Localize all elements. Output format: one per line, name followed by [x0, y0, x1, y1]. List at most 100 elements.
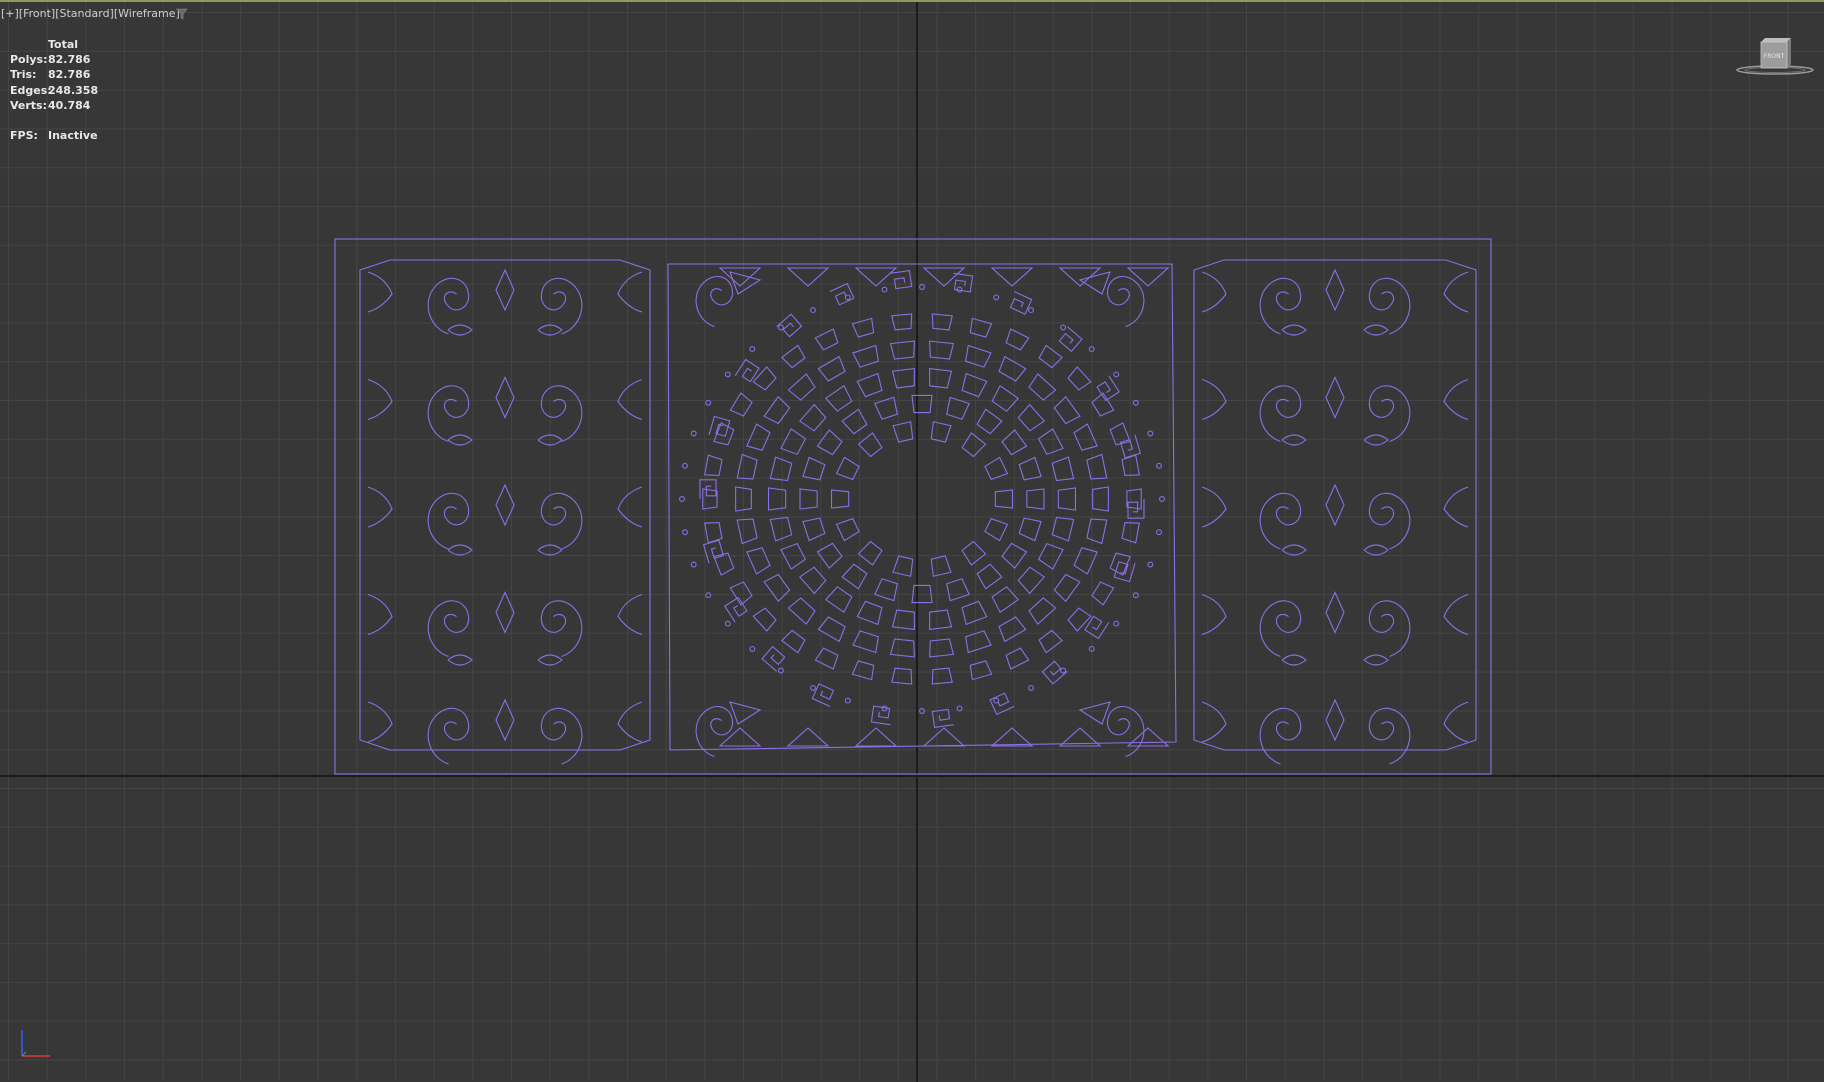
radial-tile: [1001, 429, 1028, 456]
small-leaf: [537, 544, 563, 556]
viewport-shading-menu[interactable]: [Wireframe]: [114, 7, 180, 20]
dot-cutout: [993, 294, 1000, 301]
radial-tile: [976, 563, 1003, 590]
radial-tile: [841, 563, 868, 590]
radial-tile: [816, 429, 843, 456]
radial-tile: [891, 313, 913, 331]
radial-tile: [713, 422, 735, 446]
dot-cutout: [777, 324, 784, 331]
edge-leaf: [1201, 271, 1227, 313]
center-panel-outline: [667, 263, 1177, 751]
radial-tile: [798, 566, 827, 595]
viewport-plus-menu[interactable]: [+]: [1, 7, 19, 20]
radial-tile: [835, 456, 860, 481]
front-viewport[interactable]: [+][Front][Standard][Wireframe] Total Po…: [0, 0, 1824, 1082]
dot-cutout: [1147, 430, 1154, 437]
radial-tile: [874, 578, 898, 602]
small-leaf: [537, 654, 563, 666]
dot-cutout: [705, 399, 712, 406]
scroll-motif: [427, 492, 470, 550]
key-spiral: [734, 358, 760, 383]
viewcube-icon[interactable]: FRONT: [1734, 36, 1816, 78]
radial-tile: [929, 367, 953, 389]
radial-tile: [929, 609, 953, 631]
diamond-cutout: [1325, 376, 1345, 419]
viewport-point-of-view-menu[interactable]: [Front]: [19, 7, 55, 20]
dot-cutout: [777, 667, 784, 674]
radial-tile: [931, 667, 953, 685]
radial-tile: [961, 600, 988, 626]
radial-tile: [752, 607, 777, 632]
radial-tile: [802, 517, 826, 542]
key-spiral: [1009, 291, 1033, 315]
edge-triangle: [718, 727, 762, 747]
key-spiral: [776, 313, 803, 338]
edge-leaf: [367, 271, 393, 313]
edge-leaf: [367, 486, 393, 528]
stats-header: Total: [48, 38, 79, 51]
funnel-icon[interactable]: [176, 8, 188, 20]
scroll-motif: [540, 385, 583, 443]
radial-tile: [930, 421, 952, 443]
edge-leaf: [1443, 701, 1469, 743]
radial-tile: [994, 489, 1014, 509]
edge-leaf: [1201, 701, 1227, 743]
edge-leaf: [367, 378, 393, 421]
corner-triangle: [729, 701, 762, 725]
radial-tile: [816, 542, 843, 569]
small-leaf: [1363, 434, 1389, 446]
radial-tile: [851, 660, 875, 681]
dot-cutout: [810, 684, 816, 691]
edge-leaf: [367, 593, 393, 636]
radial-tile: [946, 578, 970, 602]
diamond-cutout: [495, 268, 515, 312]
radial-tile: [961, 540, 987, 566]
scroll-motif: [427, 707, 470, 765]
radial-tile: [1017, 566, 1046, 595]
dot-cutout: [810, 307, 816, 314]
small-leaf: [1281, 654, 1307, 666]
edge-triangle: [786, 267, 830, 287]
dot-cutout: [1132, 399, 1139, 406]
radial-tile: [998, 616, 1027, 643]
diamond-cutout: [495, 698, 515, 742]
edge-triangle: [922, 267, 966, 287]
edge-leaf: [617, 701, 643, 743]
small-leaf: [1281, 544, 1307, 556]
radial-tile: [1028, 373, 1057, 401]
dot-cutout: [919, 708, 925, 714]
dot-cutout: [1147, 561, 1154, 568]
edge-leaf: [617, 486, 643, 528]
radial-tile: [892, 421, 914, 443]
small-leaf: [1363, 324, 1389, 336]
edge-leaf: [617, 378, 643, 421]
scroll-motif: [1107, 706, 1145, 758]
decorative-panel-wireframe[interactable]: [0, 2, 1824, 1082]
dot-cutout: [1028, 684, 1034, 691]
scroll-motif: [1368, 600, 1411, 658]
edge-leaf: [367, 701, 393, 743]
radial-tile: [1092, 486, 1109, 512]
radial-tile: [1005, 328, 1030, 351]
radial-tile: [889, 638, 915, 658]
radial-tile: [824, 586, 853, 614]
radial-tile: [702, 488, 718, 510]
dot-cutout: [682, 529, 688, 536]
radial-tile: [799, 488, 818, 510]
diamond-cutout: [1325, 698, 1345, 742]
radial-tile: [1028, 597, 1057, 625]
scroll-motif: [427, 600, 470, 658]
scroll-motif: [695, 276, 733, 328]
axis-tripod-icon: [21, 1030, 50, 1057]
small-leaf: [447, 544, 473, 556]
radial-tile: [1073, 547, 1098, 575]
small-leaf: [1363, 544, 1389, 556]
viewport-standard-menu[interactable]: [Standard]: [55, 7, 114, 20]
radial-tile: [1073, 423, 1098, 451]
radial-tile: [703, 454, 723, 477]
key-spiral: [1119, 434, 1142, 459]
radial-tile: [703, 521, 723, 544]
radial-tile: [961, 372, 988, 398]
edge-triangle: [1126, 727, 1170, 747]
radial-tile: [929, 638, 955, 658]
